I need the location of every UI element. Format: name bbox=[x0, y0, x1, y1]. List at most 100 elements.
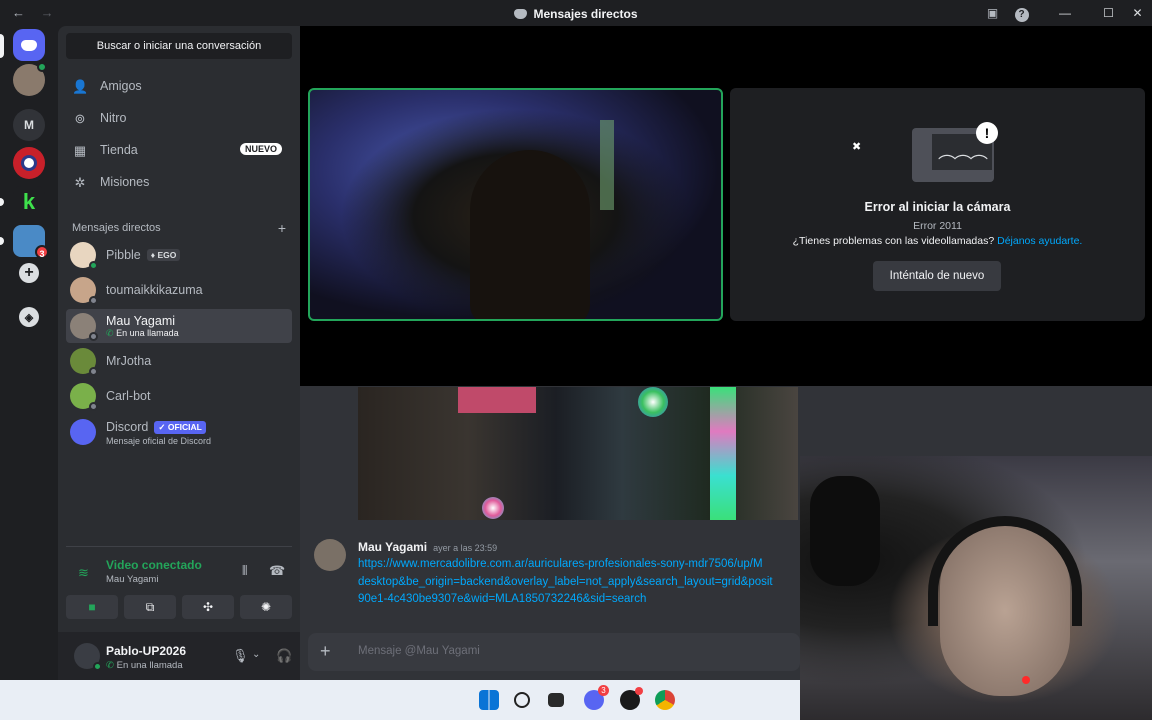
discover-icon[interactable]: ◈ bbox=[19, 307, 39, 327]
nav-label: Misiones bbox=[100, 175, 150, 189]
message-header: Mau Yagami ayer a las 23:59 bbox=[358, 540, 497, 554]
video-tile-remote[interactable] bbox=[308, 88, 723, 321]
dm-item[interactable]: MrJotha bbox=[66, 344, 292, 378]
signal-icon: ≋ bbox=[78, 565, 89, 580]
microphone-shape bbox=[810, 476, 880, 586]
maximize-button[interactable]: ☐ bbox=[1094, 0, 1123, 26]
dm-item-selected[interactable]: Mau Yagami ✆ En una llamada bbox=[66, 309, 292, 343]
noise-suppression-icon[interactable]: ⫴ bbox=[242, 563, 247, 579]
camera-error-tile: ︵︵︵ ! ✖ Error al iniciar la cámara Error… bbox=[730, 88, 1145, 321]
camera-error-title: Error al iniciar la cámara bbox=[864, 200, 1011, 214]
help-link[interactable]: Déjanos ayudarte. bbox=[997, 235, 1082, 247]
create-dm-button[interactable]: + bbox=[278, 220, 286, 236]
inbox-icon[interactable]: ▣ bbox=[978, 0, 1007, 26]
add-server-icon[interactable]: + bbox=[19, 263, 39, 283]
dm-header-label: Mensajes directos bbox=[72, 222, 161, 234]
windows-start-icon[interactable] bbox=[479, 690, 499, 710]
nav-friends[interactable]: 👤 Amigos bbox=[66, 71, 292, 101]
search-button[interactable]: Buscar o iniciar una conversación bbox=[66, 33, 292, 59]
file-explorer-icon[interactable] bbox=[548, 693, 564, 707]
dm-text: Mau Yagami ✆ En una llamada bbox=[106, 314, 179, 339]
nav-shop[interactable]: ▦ Tienda NUEVO bbox=[66, 135, 292, 165]
alert-icon: ! bbox=[976, 122, 998, 144]
disconnect-icon[interactable]: ☎ bbox=[269, 563, 285, 579]
activities-button[interactable]: ✣ bbox=[182, 595, 234, 619]
nav-label: Nitro bbox=[100, 111, 127, 125]
voice-status: Video conectado bbox=[106, 558, 202, 572]
spark-icon: ✖ bbox=[852, 141, 862, 153]
message-author[interactable]: Mau Yagami bbox=[358, 540, 427, 554]
message-link[interactable]: https://www.mercadolibre.com.ar/auricula… bbox=[358, 556, 800, 609]
unread-pill bbox=[0, 237, 4, 245]
discord-icon bbox=[514, 9, 528, 19]
title-bar: ← → Mensajes directos ▣ ? — ☐ ✕ bbox=[0, 0, 1152, 26]
link-line[interactable]: 90e1-4c430be9307e&wid=MLA1850732246&sid=… bbox=[358, 591, 800, 609]
message-composer: + Mensaje @Mau Yagami bbox=[308, 633, 800, 671]
guild-tag-text: EGO bbox=[157, 250, 177, 260]
nav-nitro[interactable]: ⊚ Nitro bbox=[66, 103, 292, 133]
chevron-down-icon[interactable]: ⌄ bbox=[252, 649, 260, 660]
headphones-shape bbox=[928, 516, 1082, 626]
dm-name: Carl-bot bbox=[106, 389, 151, 403]
user-avatar[interactable] bbox=[74, 643, 102, 671]
dm-avatar[interactable] bbox=[13, 62, 47, 96]
camera-error-code: Error 2011 bbox=[913, 220, 962, 232]
discord-taskbar-icon[interactable]: 3 bbox=[584, 685, 609, 710]
chrome-icon[interactable] bbox=[655, 690, 675, 710]
phone-icon: ✆ bbox=[106, 327, 114, 338]
avatar bbox=[70, 419, 96, 445]
server-m[interactable]: M bbox=[13, 109, 45, 141]
taskbar: 3 bbox=[0, 680, 800, 720]
user-status-text: En una llamada bbox=[116, 660, 183, 671]
server-icon-green[interactable]: k bbox=[13, 186, 45, 218]
link-line[interactable]: https://www.mercadolibre.com.ar/auricula… bbox=[358, 556, 800, 574]
dm-sidebar: Buscar o iniciar una conversación 👤 Amigo… bbox=[58, 26, 334, 680]
headphones-icon[interactable]: 🎧 bbox=[276, 648, 292, 664]
dm-name: Pibble bbox=[106, 248, 141, 262]
avatar bbox=[70, 348, 98, 376]
microphone-icon[interactable]: 🎙 bbox=[232, 648, 249, 664]
user-panel: Pablo-UP2026 ✆ En una llamada 🎙 ⌄ 🎧 ⚙ bbox=[58, 632, 334, 680]
notification-dot bbox=[635, 687, 643, 695]
nav-quests[interactable]: ✲ Misiones bbox=[66, 167, 292, 197]
dm-item[interactable]: Pibble ♦ EGO bbox=[66, 238, 292, 272]
rgb-fan bbox=[482, 497, 504, 519]
message-avatar[interactable] bbox=[314, 539, 346, 571]
quests-icon: ✲ bbox=[74, 175, 86, 190]
message-input[interactable]: Mensaje @Mau Yagami bbox=[358, 645, 480, 657]
close-button[interactable]: ✕ bbox=[1123, 0, 1152, 26]
dm-item[interactable]: toumaikkikazuma bbox=[66, 273, 292, 307]
dm-name: Mau Yagami bbox=[106, 313, 176, 328]
background-lamp bbox=[600, 120, 614, 210]
notification-badge: 3 bbox=[598, 685, 609, 696]
dm-subtitle: ✆ En una llamada bbox=[106, 328, 179, 339]
dm-name: toumaikkikazuma bbox=[106, 283, 203, 297]
message-image[interactable] bbox=[358, 387, 798, 520]
avatar bbox=[70, 383, 98, 411]
dm-header: Mensajes directos + bbox=[72, 220, 286, 236]
camera-button[interactable]: ■ bbox=[66, 595, 118, 619]
dm-item[interactable]: Discord ✓ OFICIAL Mensaje oficial de Disc… bbox=[66, 415, 292, 449]
user-name[interactable]: Pablo-UP2026 bbox=[106, 644, 186, 658]
app-icon[interactable] bbox=[620, 687, 643, 710]
home-button[interactable] bbox=[13, 29, 45, 61]
status-dot bbox=[89, 261, 98, 270]
screen-share-button[interactable]: ⧉ bbox=[124, 595, 176, 619]
dm-item[interactable]: Carl-bot bbox=[66, 379, 292, 413]
retry-button[interactable]: Inténtalo de nuevo bbox=[873, 261, 1001, 291]
window-title-text: Mensajes directos bbox=[533, 7, 638, 21]
dm-name: MrJotha bbox=[106, 354, 152, 368]
attach-plus-icon[interactable]: + bbox=[320, 641, 331, 662]
server-icon-red[interactable] bbox=[13, 147, 45, 179]
discord-icon bbox=[21, 39, 37, 51]
link-line[interactable]: desktop&be_origin=backend&overlay_label=… bbox=[358, 574, 800, 592]
avatar bbox=[70, 313, 98, 341]
server-icon-game[interactable]: 3 bbox=[13, 225, 49, 259]
new-badge: NUEVO bbox=[239, 143, 282, 155]
minimize-button[interactable]: — bbox=[1036, 0, 1094, 26]
search-icon[interactable] bbox=[514, 692, 530, 708]
soundboard-button[interactable]: ✺ bbox=[240, 595, 292, 619]
help-icon[interactable]: ? bbox=[1007, 0, 1036, 26]
voice-channel[interactable]: Mau Yagami bbox=[106, 574, 158, 585]
dm-name: Discord bbox=[106, 420, 149, 434]
